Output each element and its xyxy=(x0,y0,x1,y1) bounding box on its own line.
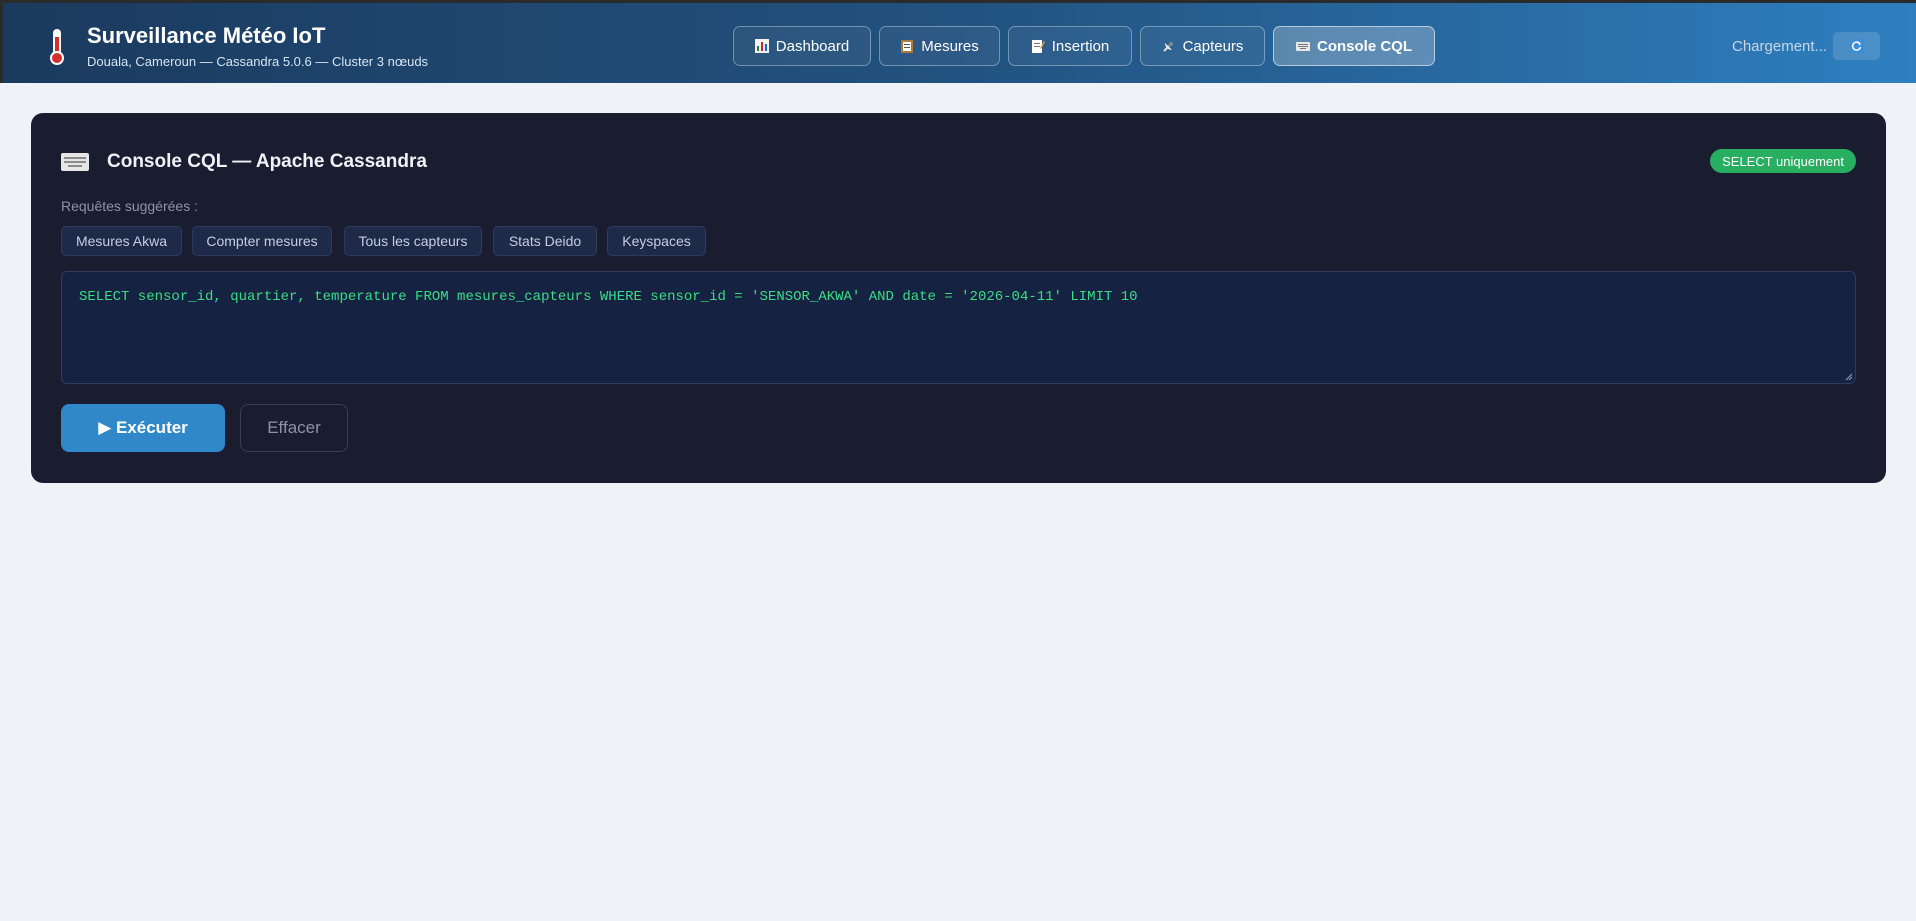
suggestions-label: Requêtes suggérées : xyxy=(61,198,198,214)
suggestion-chip[interactable]: Tous les capteurs xyxy=(344,226,482,256)
tab-label: Capteurs xyxy=(1182,37,1244,55)
tab-mesures[interactable]: Mesures xyxy=(879,26,1000,66)
keyboard-icon xyxy=(1295,42,1310,51)
cql-query-editor[interactable]: SELECT sensor_id, quartier, temperature … xyxy=(61,271,1856,384)
tab-label: Insertion xyxy=(1051,37,1110,55)
satellite-icon xyxy=(1162,42,1173,52)
tab-console-cql[interactable]: Console CQL xyxy=(1273,26,1435,66)
app-header: Surveillance Météo IoT Douala, Cameroun … xyxy=(0,0,1916,83)
tab-label: Mesures xyxy=(921,37,979,55)
clear-button[interactable]: Effacer xyxy=(240,404,348,452)
cql-console-card: Console CQL — Apache Cassandra SELECT un… xyxy=(31,113,1886,483)
refresh-icon xyxy=(1849,39,1864,53)
app-title: Surveillance Météo IoT xyxy=(87,23,326,48)
suggestion-chip[interactable]: Mesures Akwa xyxy=(61,226,182,256)
suggestion-chip[interactable]: Stats Deido xyxy=(493,226,597,256)
execute-button[interactable]: ▶ Exécuter xyxy=(61,404,225,452)
tab-insertion[interactable]: Insertion xyxy=(1008,26,1132,66)
keyboard-icon xyxy=(61,153,89,171)
resize-grip-icon[interactable] xyxy=(1844,372,1853,381)
bar-chart-icon xyxy=(754,39,769,53)
console-title: Console CQL — Apache Cassandra xyxy=(107,151,427,172)
clipboard-icon xyxy=(901,40,914,53)
tab-label: Console CQL xyxy=(1316,37,1412,55)
thermometer-icon xyxy=(50,29,64,65)
select-only-badge: SELECT uniquement xyxy=(1710,149,1856,173)
tab-capteurs[interactable]: Capteurs xyxy=(1140,26,1265,66)
tab-label: Dashboard xyxy=(775,37,850,55)
refresh-button[interactable] xyxy=(1833,32,1880,60)
tab-dashboard[interactable]: Dashboard xyxy=(733,26,871,66)
suggestion-chip[interactable]: Keyspaces xyxy=(607,226,706,256)
suggestion-chip[interactable]: Compter mesures xyxy=(192,226,332,256)
app-subtitle: Douala, Cameroun — Cassandra 5.0.6 — Clu… xyxy=(87,54,429,69)
memo-icon xyxy=(1031,40,1045,53)
loading-status: Chargement... xyxy=(1732,38,1828,55)
